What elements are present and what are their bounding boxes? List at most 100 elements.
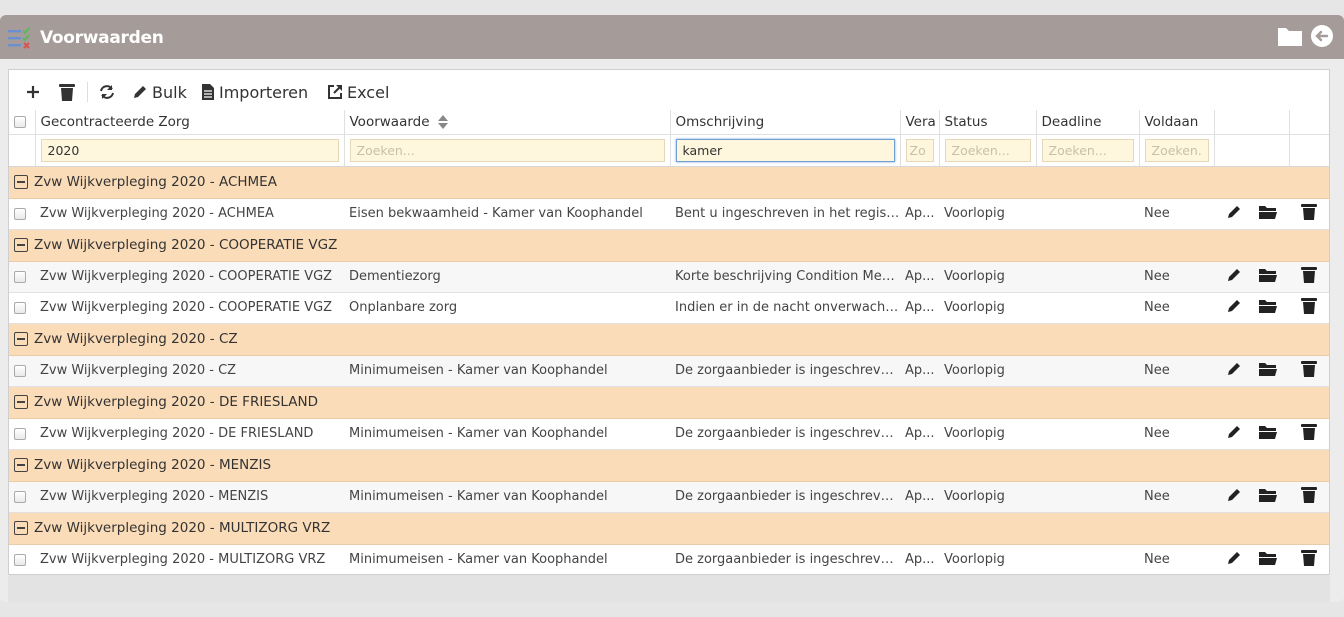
cell-voorwaarde: Onplanbare zorg (344, 292, 670, 324)
collapse-icon[interactable] (14, 458, 28, 472)
filter-deadline[interactable] (1041, 138, 1134, 162)
cell-vera: Ap... (900, 418, 939, 450)
group-cell: Zvw Wijkverpleging 2020 - DE FRIESLAND (9, 386, 1329, 419)
voorwaarden-panel: Voorwaarden Bulk Importeren Excel Gecont… (0, 15, 1344, 602)
cell-omschrijving: Korte beschrijving Condition Mem... (670, 261, 900, 293)
folder-open-icon[interactable] (1258, 550, 1278, 570)
plus-icon (27, 86, 39, 98)
cell-voldaan: Nee (1139, 355, 1214, 387)
header-row: Gecontracteerde Zorg Voorwaarde Omschrij… (9, 110, 1329, 135)
cell-voldaan: Nee (1139, 418, 1214, 450)
folder-open-icon[interactable] (1258, 267, 1278, 287)
group-row[interactable]: Zvw Wijkverpleging 2020 - CZ (9, 323, 1329, 356)
row-select-cell (9, 544, 35, 576)
filter-cell-actions-1 (1213, 134, 1289, 167)
row-checkbox[interactable] (14, 427, 26, 440)
filter-gecontracteerde-zorg[interactable] (40, 138, 339, 162)
cell-vera: Ap... (900, 481, 939, 513)
trash-icon[interactable] (1301, 549, 1317, 571)
filter-cell-empty (9, 134, 35, 167)
table-row[interactable]: Zvw Wijkverpleging 2020 - DE FRIESLAND Mi… (9, 418, 1329, 450)
row-checkbox[interactable] (14, 490, 26, 503)
cell-gecontracteerde-zorg: Zvw Wijkverpleging 2020 - MENZIS (35, 481, 344, 513)
column-header-vera[interactable]: Vera (899, 110, 939, 135)
refresh-button[interactable] (98, 80, 120, 104)
table-row[interactable]: Zvw Wijkverpleging 2020 - COOPERATIE VGZ… (9, 261, 1329, 293)
cell-status: Voorlopig (939, 481, 1036, 513)
column-header-omschrijving[interactable]: Omschrijving (669, 110, 900, 135)
cell-gecontracteerde-zorg: Zvw Wijkverpleging 2020 - CZ (35, 355, 344, 387)
table-row[interactable]: Zvw Wijkverpleging 2020 - MULTIZORG VRZ M… (9, 544, 1329, 576)
trash-icon[interactable] (1301, 203, 1317, 225)
group-row[interactable]: Zvw Wijkverpleging 2020 - ACHMEA (9, 166, 1329, 199)
pencil-icon[interactable] (1226, 424, 1242, 444)
add-button[interactable] (25, 80, 45, 104)
column-header-status[interactable]: Status (938, 110, 1036, 135)
collapse-icon[interactable] (14, 332, 28, 346)
pencil-icon[interactable] (1226, 361, 1242, 381)
pencil-icon[interactable] (1226, 298, 1242, 318)
table-row[interactable]: Zvw Wijkverpleging 2020 - COOPERATIE VGZ… (9, 292, 1329, 324)
table-row[interactable]: Zvw Wijkverpleging 2020 - CZ Minimumeisen… (9, 355, 1329, 387)
delete-button[interactable] (58, 80, 80, 104)
row-delete-cell (1289, 355, 1329, 387)
import-button[interactable]: Importeren (201, 80, 308, 104)
pencil-icon[interactable] (1226, 487, 1242, 507)
document-icon (202, 84, 214, 100)
row-checkbox[interactable] (14, 364, 26, 377)
table-row[interactable]: Zvw Wijkverpleging 2020 - ACHMEA Eisen be… (9, 198, 1329, 230)
trash-icon[interactable] (1301, 423, 1317, 445)
filter-voorwaarde[interactable] (349, 138, 665, 162)
group-row[interactable]: Zvw Wijkverpleging 2020 - MULTIZORG VRZ (9, 512, 1329, 545)
collapse-icon[interactable] (14, 521, 28, 535)
group-row[interactable]: Zvw Wijkverpleging 2020 - MENZIS (9, 449, 1329, 482)
row-checkbox[interactable] (14, 270, 26, 283)
folder-open-icon[interactable] (1258, 298, 1278, 318)
select-all-checkbox[interactable] (14, 115, 26, 128)
collapse-icon[interactable] (14, 175, 28, 189)
pencil-icon[interactable] (1226, 267, 1242, 287)
row-select-cell (9, 198, 35, 230)
row-checkbox[interactable] (14, 207, 26, 220)
collapse-icon[interactable] (14, 238, 28, 252)
column-header-voldaan[interactable]: Voldaan (1138, 110, 1214, 135)
folder-open-icon[interactable] (1258, 487, 1278, 507)
filter-cell-status (938, 134, 1036, 167)
filter-vera[interactable] (905, 138, 934, 162)
folder-open-icon[interactable] (1258, 204, 1278, 224)
pencil-icon[interactable] (1226, 204, 1242, 224)
back-arrow-icon[interactable] (1310, 24, 1334, 48)
trash-icon[interactable] (1301, 297, 1317, 319)
row-actions-cell (1214, 544, 1289, 576)
trash-icon[interactable] (1301, 486, 1317, 508)
row-checkbox[interactable] (14, 301, 26, 314)
group-row[interactable]: Zvw Wijkverpleging 2020 - COOPERATIE VGZ (9, 229, 1329, 262)
trash-icon[interactable] (1301, 266, 1317, 288)
table-row[interactable]: Zvw Wijkverpleging 2020 - MENZIS Minimume… (9, 481, 1329, 513)
trash-icon[interactable] (1301, 360, 1317, 382)
row-checkbox[interactable] (14, 553, 26, 566)
filter-voldaan[interactable] (1144, 138, 1209, 162)
group-row[interactable]: Zvw Wijkverpleging 2020 - DE FRIESLAND (9, 386, 1329, 419)
cell-voldaan: Nee (1139, 292, 1214, 324)
filter-omschrijving[interactable] (675, 138, 895, 162)
group-cell: Zvw Wijkverpleging 2020 - CZ (9, 323, 1329, 356)
excel-button[interactable]: Excel (327, 80, 389, 104)
collapse-icon[interactable] (14, 395, 28, 409)
column-header-deadline[interactable]: Deadline (1035, 110, 1139, 135)
column-header-voorwaarde[interactable]: Voorwaarde (343, 110, 670, 135)
column-header-gecontracteerde-zorg[interactable]: Gecontracteerde Zorg (34, 110, 344, 135)
filter-cell-voldaan (1138, 134, 1214, 167)
cell-omschrijving: De zorgaanbieder is ingeschreven ... (670, 355, 900, 387)
folder-open-icon[interactable] (1258, 361, 1278, 381)
folder-open-icon[interactable] (1258, 424, 1278, 444)
bulk-button[interactable]: Bulk (132, 80, 187, 104)
filter-cell-deadline (1035, 134, 1139, 167)
cell-gecontracteerde-zorg: Zvw Wijkverpleging 2020 - MULTIZORG VRZ (35, 544, 344, 576)
folder-icon[interactable] (1277, 25, 1303, 47)
cell-vera: Ap... (900, 292, 939, 324)
group-label: Zvw Wijkverpleging 2020 - COOPERATIE VGZ (34, 237, 338, 253)
select-all-header (9, 110, 35, 135)
filter-status[interactable] (944, 138, 1031, 162)
pencil-icon[interactable] (1226, 550, 1242, 570)
